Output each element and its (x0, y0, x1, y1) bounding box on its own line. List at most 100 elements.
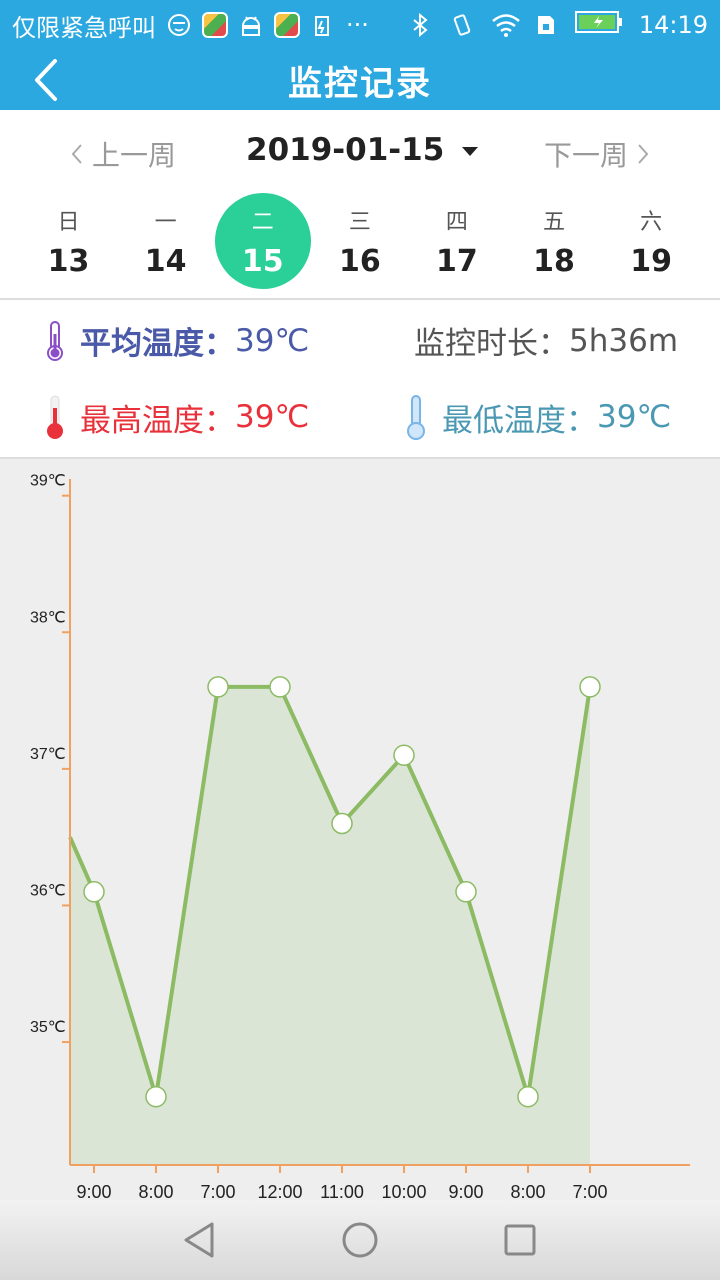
nav-back-button[interactable] (164, 1210, 236, 1270)
vibrate-icon (449, 12, 475, 38)
chevron-left-icon (71, 144, 82, 164)
x-tick-label: 9:00 (76, 1182, 111, 1200)
day-weekday: 四 (445, 210, 468, 235)
day-weekday: 六 (640, 210, 663, 235)
day-number: 19 (630, 244, 672, 279)
max-temperature: 最高温度： 39℃ (44, 394, 309, 440)
duration-value: 5h36m (569, 322, 679, 359)
max-temp-value: 39℃ (235, 399, 310, 435)
data-point (393, 744, 415, 766)
y-tick-label: 37℃ (30, 746, 66, 763)
battery-charging-icon (574, 10, 623, 40)
data-point (207, 676, 229, 698)
min-temp-label: 最低温度： (442, 402, 597, 439)
day-number: 18 (533, 244, 575, 279)
data-point (145, 1085, 167, 1108)
avg-temp-value: 39℃ (235, 322, 310, 359)
chevron-right-icon (638, 144, 649, 164)
day-thu[interactable]: 四 17 (408, 194, 505, 294)
thermometer-red-icon (47, 395, 63, 439)
thermometer-blue-icon (407, 395, 425, 440)
x-tick-label: 11:00 (320, 1182, 364, 1200)
week-days-row: 日 13 一 14 二 15 三 16 四 17 五 18 六 19 (20, 193, 700, 294)
prev-week-label: 上一周 (92, 139, 177, 172)
y-tick-label: 39℃ (30, 473, 66, 490)
selected-date: 2019-01-15 (246, 132, 445, 168)
day-weekday: 三 (348, 210, 371, 235)
nav-recents-button[interactable] (484, 1210, 556, 1270)
day-number: 16 (338, 244, 381, 279)
sim-icon (533, 12, 559, 38)
data-point (331, 812, 353, 835)
date-picker[interactable]: 2019-01-15 (246, 132, 479, 168)
max-temp-label: 最高温度： (80, 402, 235, 439)
page-title: 监控记录 (288, 63, 432, 104)
x-tick-label: 9:00 (448, 1182, 483, 1200)
day-number: 15 (241, 244, 284, 279)
y-tick-label: 38℃ (30, 609, 66, 626)
x-tick-label: 10:00 (381, 1182, 426, 1200)
min-temperature: 最低温度： 39℃ (404, 394, 671, 440)
y-tick-label: 36℃ (30, 882, 66, 899)
min-temp-value: 39℃ (597, 399, 672, 435)
x-tick-label: 12:00 (257, 1182, 302, 1200)
android-icon (238, 12, 264, 38)
monitor-duration: 监控时长： 5h36m (414, 318, 678, 363)
x-tick-label: 7:00 (572, 1182, 607, 1200)
next-week-button[interactable]: 下一周 (544, 134, 650, 174)
day-mon[interactable]: 一 14 (117, 194, 214, 294)
data-point (579, 676, 601, 698)
temperature-chart-svg: 35℃ 36℃ 37℃ 38℃ 39℃ 9:00 8:00 7:00 12:00 11:00 10:… (30, 473, 690, 1202)
chevron-left-icon (35, 59, 57, 101)
y-tick-label: 35℃ (30, 1019, 66, 1036)
day-number: 17 (436, 244, 478, 279)
next-week-label: 下一周 (543, 139, 628, 172)
back-button[interactable] (24, 56, 68, 104)
wifi-icon (491, 12, 520, 38)
day-weekday: 五 (543, 210, 566, 235)
day-number: 14 (144, 244, 187, 279)
data-point (269, 676, 291, 698)
data-point (517, 1085, 539, 1108)
avg-temperature: 平均温度： 39℃ (44, 318, 309, 363)
triangle-back-icon (184, 1222, 214, 1258)
prev-week-button[interactable]: 上一周 (70, 134, 176, 174)
caret-down-icon (462, 146, 479, 156)
avg-temp-label: 平均温度： (80, 326, 235, 362)
week-navigation: 上一周 2019-01-15 下一周 (0, 110, 720, 194)
temperature-stats: 平均温度： 39℃ 监控时长： 5h36m 最高温度： 39℃ 最低温度： 39… (0, 300, 720, 458)
data-point (455, 881, 477, 903)
day-tue-selected[interactable]: 二 15 (214, 193, 311, 294)
day-fri[interactable]: 五 18 (505, 194, 602, 294)
x-tick-label: 8:00 (138, 1182, 173, 1200)
battery-alert-icon (310, 12, 336, 38)
app-notification-icon-2 (274, 12, 300, 38)
nav-home-button[interactable] (324, 1210, 396, 1270)
day-weekday: 日 (57, 210, 80, 235)
clock: 14:19 (638, 11, 708, 39)
duration-label: 监控时长： (414, 326, 569, 362)
status-right: 14:19 (407, 10, 708, 40)
x-tick-label: 7:00 (200, 1182, 235, 1200)
app-header: 监控记录 (0, 50, 720, 110)
data-point (83, 881, 105, 903)
face-icon (166, 12, 192, 38)
system-nav-bar (0, 1200, 720, 1280)
day-wed[interactable]: 三 16 (311, 194, 408, 294)
thermometer-purple-icon (47, 320, 63, 361)
circle-home-icon (342, 1222, 378, 1258)
day-weekday: 一 (154, 210, 177, 235)
day-weekday: 二 (251, 210, 274, 235)
app-notification-icon (202, 12, 228, 38)
x-tick-label: 8:00 (510, 1182, 545, 1200)
day-sat[interactable]: 六 19 (603, 194, 700, 294)
day-number: 13 (47, 244, 90, 279)
more-notifications: ··· (346, 11, 369, 39)
status-left: 仅限紧急呼叫 ··· (12, 8, 369, 43)
carrier-text: 仅限紧急呼叫 (12, 13, 156, 42)
status-bar: 仅限紧急呼叫 ··· 14:19 (0, 0, 720, 50)
day-sun[interactable]: 日 13 (20, 194, 117, 294)
temperature-chart: 35℃ 36℃ 37℃ 38℃ 39℃ 9:00 8:00 7:00 12:00 11:00 10:… (0, 459, 720, 1202)
bluetooth-icon (407, 12, 433, 38)
square-recents-icon (504, 1224, 536, 1256)
